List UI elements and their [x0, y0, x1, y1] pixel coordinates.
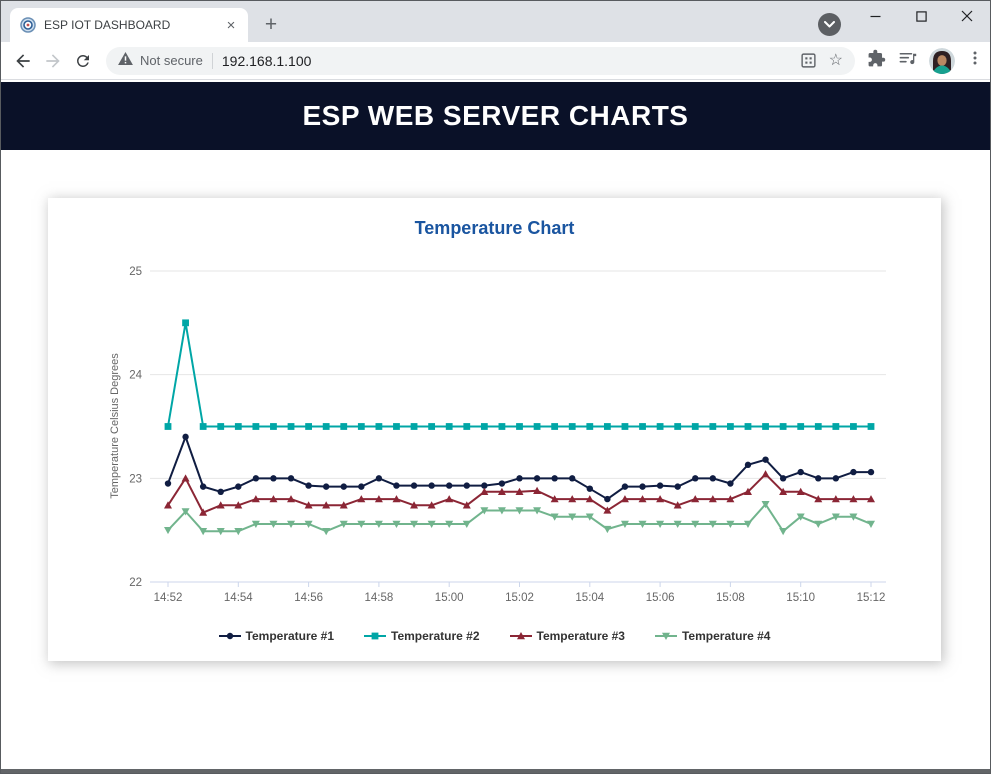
x-tick-label: 15:06 [646, 592, 675, 604]
window-close-button[interactable] [944, 1, 990, 31]
x-axis: 14:52 14:54 14:56 14:58 15:00 15:02 15:04 15:06… [150, 582, 886, 604]
x-tick-label: 14:52 [154, 592, 183, 604]
not-secure-label[interactable]: Not secure [140, 53, 203, 68]
site-favicon-icon [20, 17, 36, 33]
window-maximize-button[interactable] [898, 1, 944, 31]
x-tick-label: 15:08 [716, 592, 745, 604]
omnibox-divider [212, 53, 213, 69]
legend-marker-icon [655, 630, 677, 642]
browser-toolbar: Not secure 192.168.1.100 ☆ [0, 42, 991, 80]
legend-marker-icon [364, 630, 386, 642]
browser-menu-icon[interactable] [967, 50, 983, 71]
y-tick-label: 24 [129, 370, 142, 382]
window-minimize-button[interactable] [852, 1, 898, 31]
x-tick-label: 14:56 [294, 592, 323, 604]
y-tick-label: 22 [129, 577, 142, 589]
chevron-down-icon[interactable] [818, 13, 841, 36]
legend-label: Temperature #1 [246, 629, 334, 643]
tab-close-icon[interactable]: × [222, 16, 240, 34]
not-secure-warning-icon[interactable] [118, 52, 133, 70]
extensions-puzzle-icon[interactable] [867, 49, 886, 73]
new-tab-button[interactable]: + [258, 12, 284, 38]
y-tick-label: 25 [129, 266, 142, 278]
address-bar[interactable]: Not secure 192.168.1.100 ☆ [106, 47, 855, 75]
chart-legend: Temperature #1 Temperature #2 Temperature … [48, 629, 941, 643]
x-tick-label: 15:00 [435, 592, 464, 604]
temperature-chart-card: Temperature Chart 2223242514:5214:5414:5… [48, 198, 941, 661]
legend-marker-icon [219, 630, 241, 642]
x-tick-label: 15:10 [786, 592, 815, 604]
taskbar-edge [0, 769, 991, 774]
x-tick-label: 15:04 [575, 592, 604, 604]
x-tick-label: 14:54 [224, 592, 253, 604]
x-tick-label: 15:02 [505, 592, 534, 604]
legend-item-temperature-2[interactable]: Temperature #2 [364, 629, 479, 643]
legend-label: Temperature #3 [537, 629, 625, 643]
legend-marker-icon [510, 630, 532, 642]
series-temperature-4 [164, 501, 875, 535]
browser-titlebar: ESP IOT DASHBOARD × + [0, 0, 991, 42]
back-button[interactable] [8, 46, 38, 76]
page-title: ESP WEB SERVER CHARTS [303, 100, 689, 132]
y-axis-labels: 22 23 24 25 [129, 266, 142, 589]
temperature-chart: 22 23 24 25 14:52 14:54 14:56 14:58 15:00 15:02 15… [48, 198, 941, 661]
url-text[interactable]: 192.168.1.100 [222, 53, 312, 69]
y-tick-label: 23 [129, 473, 142, 485]
x-tick-label: 14:58 [365, 592, 394, 604]
legend-label: Temperature #2 [391, 629, 479, 643]
profile-avatar[interactable] [929, 48, 955, 74]
browser-tab[interactable]: ESP IOT DASHBOARD × [10, 8, 248, 42]
bookmark-star-icon[interactable]: ☆ [829, 53, 843, 69]
y-axis-title: Temperature Celsius Degrees [109, 353, 121, 499]
qr-code-icon[interactable] [800, 52, 817, 69]
reload-button[interactable] [68, 46, 98, 76]
forward-button[interactable] [38, 46, 68, 76]
tab-title: ESP IOT DASHBOARD [44, 18, 222, 32]
legend-item-temperature-3[interactable]: Temperature #3 [510, 629, 625, 643]
x-tick-label: 15:12 [857, 592, 886, 604]
media-controls-icon[interactable] [898, 49, 917, 73]
legend-label: Temperature #4 [682, 629, 770, 643]
legend-item-temperature-4[interactable]: Temperature #4 [655, 629, 770, 643]
legend-item-temperature-1[interactable]: Temperature #1 [219, 629, 334, 643]
page-header: ESP WEB SERVER CHARTS [0, 82, 991, 150]
